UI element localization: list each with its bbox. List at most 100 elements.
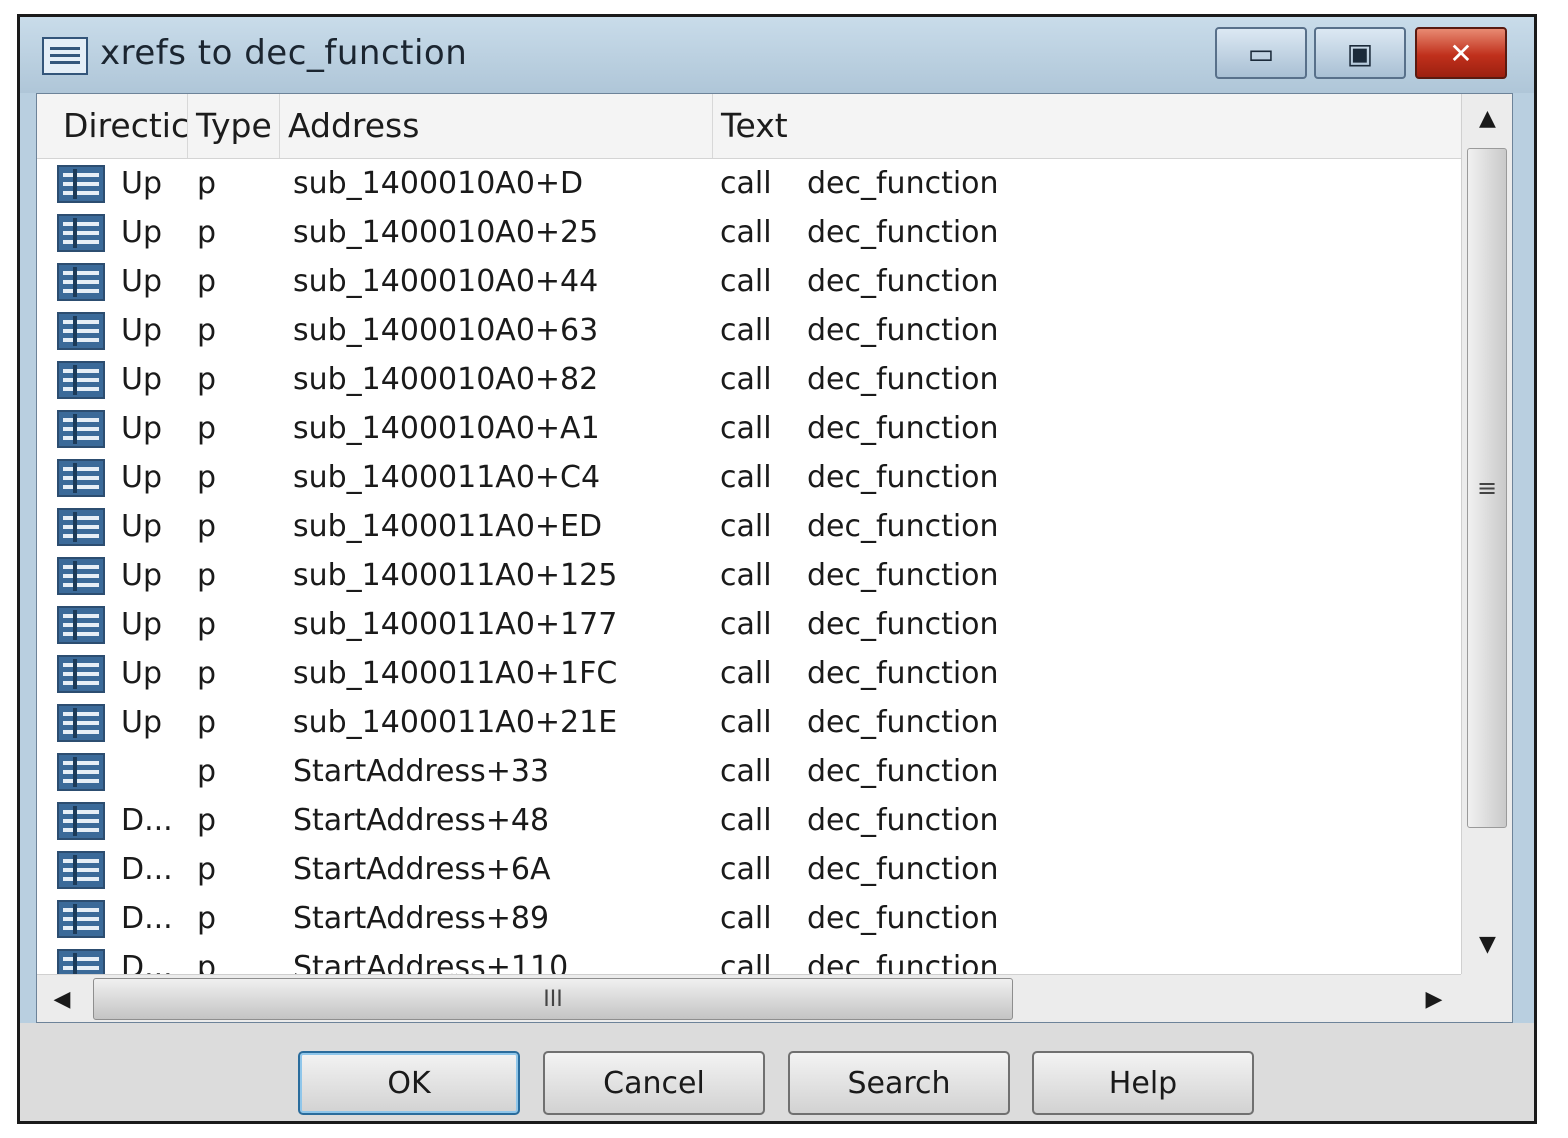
type-cell: p (197, 607, 217, 642)
vertical-scroll-thumb[interactable]: ≡ (1467, 148, 1507, 828)
type-cell: p (197, 558, 217, 593)
type-cell: p (197, 166, 217, 201)
table-row[interactable]: Up p sub_1400010A0+D call dec_function (37, 159, 1461, 208)
table-row[interactable]: Up p sub_1400011A0+21E call dec_function (37, 698, 1461, 747)
table-row[interactable]: Up p sub_1400011A0+1FC call dec_function (37, 649, 1461, 698)
ok-button[interactable]: OK (298, 1051, 520, 1115)
target-cell: dec_function (807, 313, 999, 348)
table-row[interactable]: Up p sub_1400011A0+ED call dec_function (37, 502, 1461, 551)
direction-cell: Up (121, 362, 163, 397)
xref-code-icon (57, 214, 105, 252)
address-cell: sub_1400010A0+D (293, 166, 584, 201)
instruction-cell: call (720, 852, 772, 887)
table-row[interactable]: Up p sub_1400011A0+125 call dec_function (37, 551, 1461, 600)
table-row[interactable]: Up p sub_1400010A0+44 call dec_function (37, 257, 1461, 306)
table-row[interactable]: Up p sub_1400011A0+C4 call dec_function (37, 453, 1461, 502)
column-header-text[interactable]: Text (712, 94, 1461, 158)
address-cell: sub_1400010A0+A1 (293, 411, 600, 446)
maximize-button[interactable]: ▣ (1314, 27, 1406, 79)
instruction-cell: call (720, 656, 772, 691)
column-header-type[interactable]: Type (187, 94, 279, 158)
xref-code-icon (57, 263, 105, 301)
address-cell: sub_1400010A0+44 (293, 264, 599, 299)
direction-cell: D... (121, 950, 173, 974)
xrefs-list: Directic Type Address Text Up p sub_140001… (36, 93, 1513, 1023)
instruction-cell: call (720, 754, 772, 789)
address-cell: sub_1400010A0+82 (293, 362, 599, 397)
scroll-down-icon[interactable]: ▼ (1462, 920, 1512, 968)
target-cell: dec_function (807, 803, 999, 838)
instruction-cell: call (720, 166, 772, 201)
xref-code-icon (57, 361, 105, 399)
table-row[interactable]: D... p StartAddress+110 call dec_function (37, 943, 1461, 974)
instruction-cell: call (720, 901, 772, 936)
column-header-direction[interactable]: Directic (37, 94, 187, 158)
instruction-cell: call (720, 950, 772, 974)
direction-cell: Up (121, 411, 163, 446)
title-bar[interactable]: xrefs to dec_function ▭ ▣ ✕ (20, 17, 1534, 93)
xref-code-icon (57, 557, 105, 595)
direction-cell: D... (121, 852, 173, 887)
type-cell: p (197, 754, 217, 789)
table-row[interactable]: Up p sub_1400010A0+A1 call dec_function (37, 404, 1461, 453)
address-cell: sub_1400011A0+125 (293, 558, 618, 593)
target-cell: dec_function (807, 558, 999, 593)
list-rows: Up p sub_1400010A0+D call dec_function Up p sub… (37, 159, 1461, 974)
target-cell: dec_function (807, 705, 999, 740)
table-row[interactable]: Up p sub_1400011A0+177 call dec_function (37, 600, 1461, 649)
direction-cell: Up (121, 313, 163, 348)
table-row[interactable]: D... p StartAddress+89 call dec_function (37, 894, 1461, 943)
scrollbar-corner (1461, 974, 1512, 1022)
column-header-address[interactable]: Address (279, 94, 712, 158)
table-row[interactable]: Up p sub_1400010A0+63 call dec_function (37, 306, 1461, 355)
grip-icon: III (543, 986, 563, 1012)
table-row[interactable]: D... p StartAddress+6A call dec_function (37, 845, 1461, 894)
type-cell: p (197, 362, 217, 397)
instruction-cell: call (720, 509, 772, 544)
table-row[interactable]: D... p StartAddress+48 call dec_function (37, 796, 1461, 845)
target-cell: dec_function (807, 411, 999, 446)
scroll-up-icon[interactable]: ▲ (1462, 94, 1512, 142)
target-cell: dec_function (807, 607, 999, 642)
address-cell: StartAddress+6A (293, 852, 551, 887)
address-cell: sub_1400011A0+C4 (293, 460, 601, 495)
address-cell: sub_1400011A0+1FC (293, 656, 618, 691)
minimize-button[interactable]: ▭ (1215, 27, 1307, 79)
direction-cell: Up (121, 264, 163, 299)
vertical-scrollbar[interactable]: ▲ ≡ ▼ (1461, 94, 1512, 974)
xrefs-dialog: xrefs to dec_function ▭ ▣ ✕ Directic Typ… (17, 14, 1537, 1124)
xref-code-icon (57, 410, 105, 448)
close-button[interactable]: ✕ (1415, 27, 1507, 79)
help-button[interactable]: Help (1032, 1051, 1254, 1115)
direction-cell: Up (121, 215, 163, 250)
instruction-cell: call (720, 362, 772, 397)
xref-code-icon (57, 312, 105, 350)
type-cell: p (197, 460, 217, 495)
cancel-button[interactable]: Cancel (543, 1051, 765, 1115)
scroll-right-icon[interactable]: ▶ (1409, 975, 1459, 1022)
direction-cell: Up (121, 166, 163, 201)
address-cell: StartAddress+89 (293, 901, 550, 936)
direction-cell: Up (121, 656, 163, 691)
horizontal-scroll-thumb[interactable]: III (93, 978, 1013, 1020)
table-row[interactable]: Up p sub_1400010A0+25 call dec_function (37, 208, 1461, 257)
table-row[interactable]: p StartAddress+33 call dec_function (37, 747, 1461, 796)
window-title: xrefs to dec_function (100, 33, 468, 73)
target-cell: dec_function (807, 950, 999, 974)
address-cell: StartAddress+33 (293, 754, 550, 789)
type-cell: p (197, 264, 217, 299)
direction-cell: D... (121, 901, 173, 936)
address-cell: sub_1400010A0+25 (293, 215, 599, 250)
button-bar: OK Cancel Search Help (20, 1023, 1534, 1121)
table-row[interactable]: Up p sub_1400010A0+82 call dec_function (37, 355, 1461, 404)
scroll-left-icon[interactable]: ◀ (37, 975, 87, 1022)
list-header: Directic Type Address Text (37, 94, 1461, 159)
horizontal-scrollbar[interactable]: ◀ III ▶ (37, 974, 1461, 1022)
xref-code-icon (57, 851, 105, 889)
type-cell: p (197, 705, 217, 740)
instruction-cell: call (720, 460, 772, 495)
xref-code-icon (57, 508, 105, 546)
target-cell: dec_function (807, 264, 999, 299)
instruction-cell: call (720, 558, 772, 593)
search-button[interactable]: Search (788, 1051, 1010, 1115)
